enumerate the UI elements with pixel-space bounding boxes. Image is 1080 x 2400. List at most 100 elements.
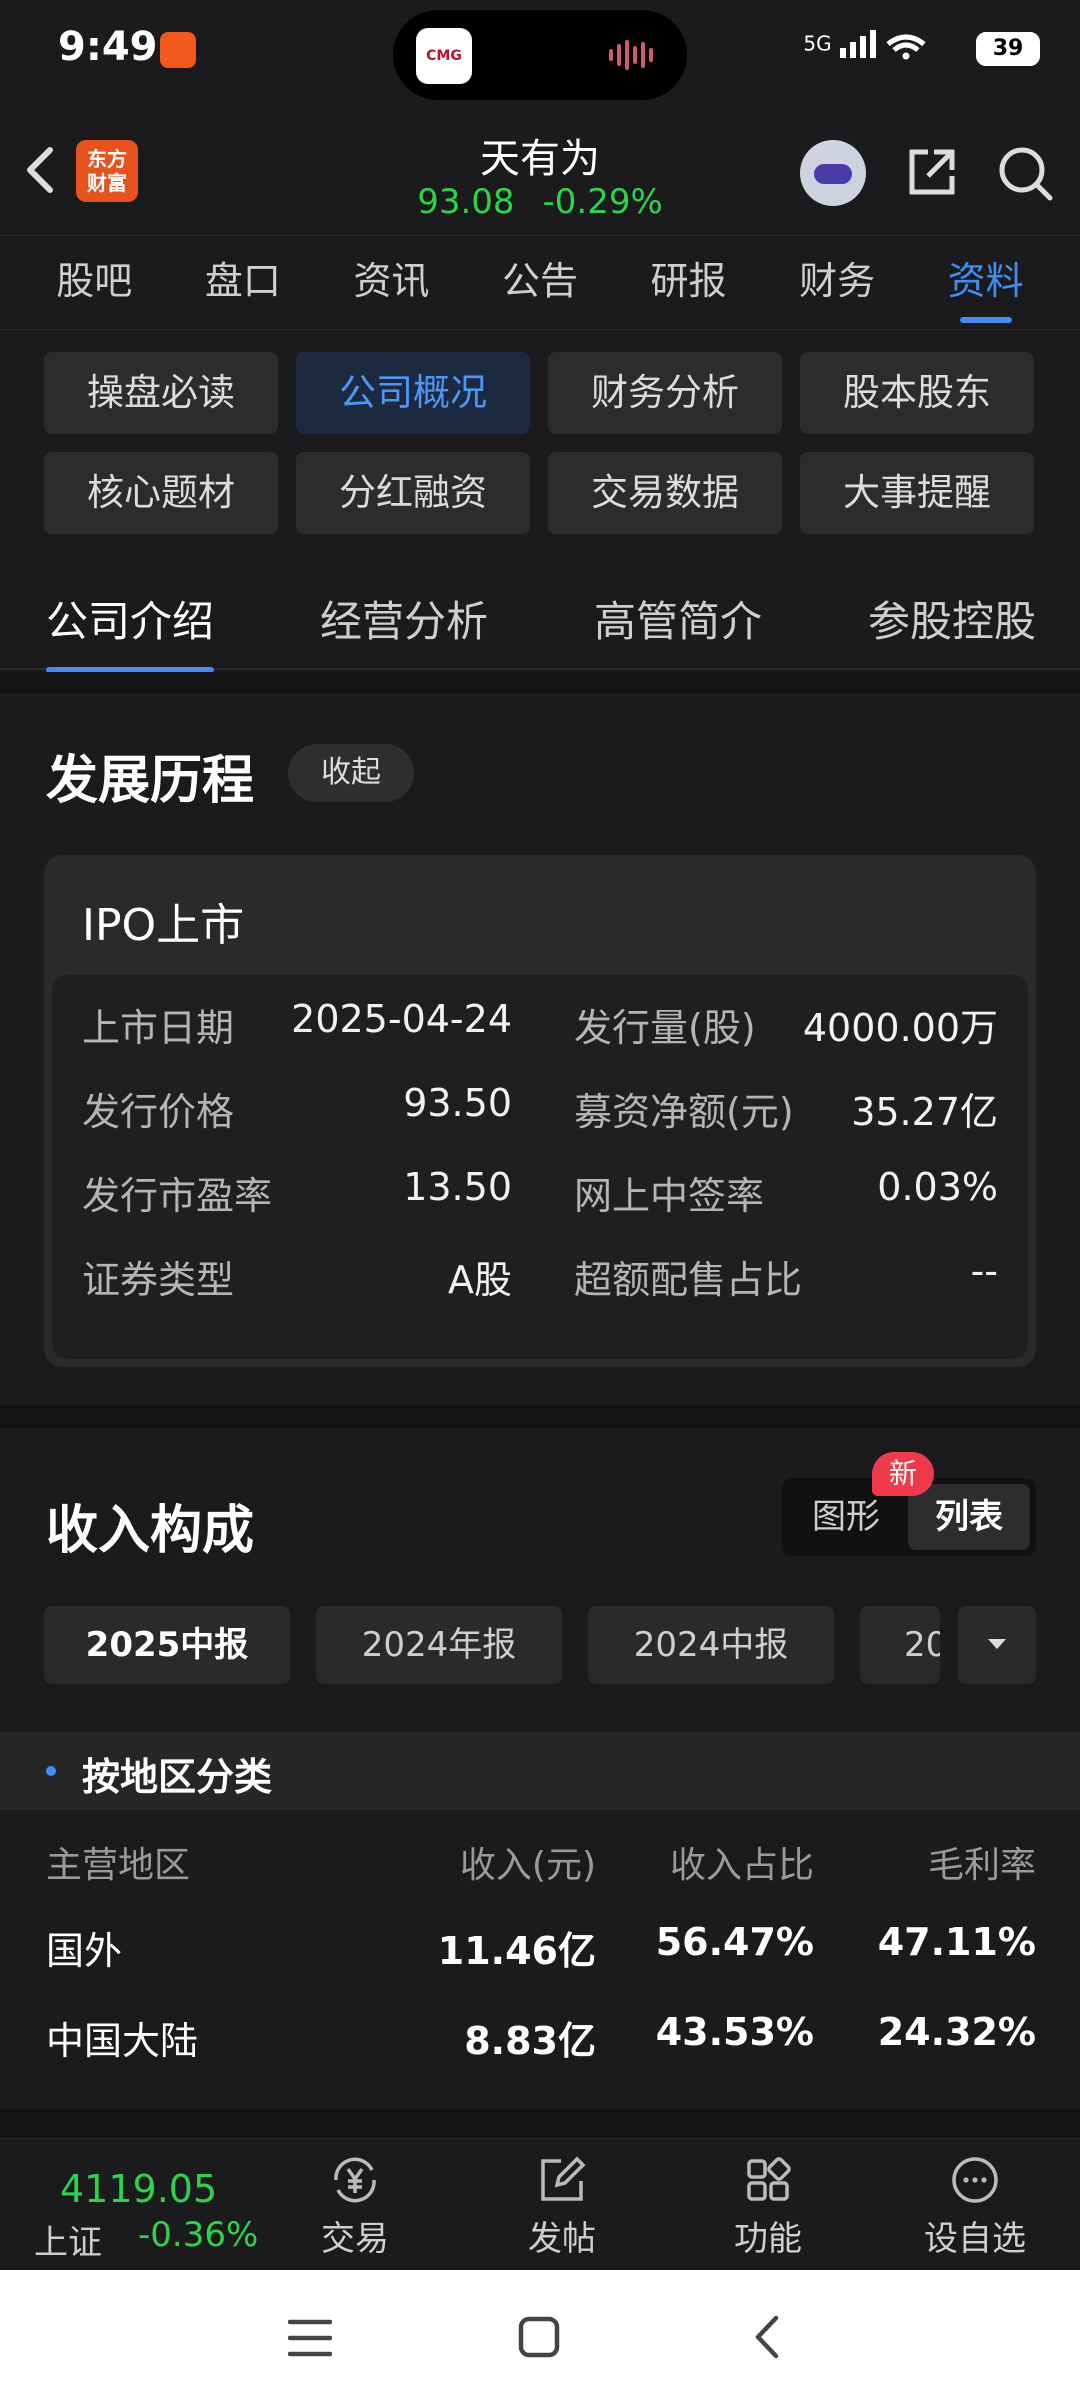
ipo-value: 4000.00万 [802,1006,998,1050]
tab-finance[interactable]: 财务 [799,236,875,329]
period-more[interactable]: 20 [860,1606,940,1684]
table-row: 中国大陆 8.83亿 43.53% 24.32% [44,2010,1036,2070]
index-value: 4119.05 [60,2167,218,2211]
table-cell: 中国大陆 [46,2019,199,2063]
table-cell: 国外 [46,1929,123,1973]
subtab-holdings[interactable]: 参股控股 [868,588,1036,649]
category-shareholders[interactable]: 股本股东 [800,352,1034,434]
table-cell: 24.32% [877,2010,1036,2054]
ipo-card-title: IPO上市 [82,900,245,951]
nav-watchlist[interactable]: 设自选 [910,2153,1040,2260]
ipo-details: 上市日期 2025-04-24 发行量(股) 4000.00万 发行价格 93.… [52,975,1028,1359]
ipo-value: 2025-04-24 [291,997,512,1041]
table-header: 主营地区 收入(元) 收入占比 毛利率 [44,1836,1036,1886]
table-cell: 11.46亿 [437,1929,596,1973]
ipo-value: 13.50 [403,1165,512,1209]
category-dividends[interactable]: 分红融资 [296,452,530,534]
stock-change: -0.29% [542,182,663,222]
yen-exchange-icon [334,2157,376,2203]
section-divider [0,672,1080,694]
ipo-value: 0.03% [877,1165,998,1209]
category-core-themes[interactable]: 核心题材 [44,452,278,534]
ipo-value: A股 [448,1258,512,1302]
menu-icon[interactable] [288,2318,332,2358]
column-header: 主营地区 [46,1845,191,1886]
ipo-row: 发行市盈率 13.50 网上中签率 0.03% [52,1165,1028,1249]
bottom-navigation: 4119.05 上证 -0.36% 交易 发帖 功能 设自选 [0,2138,1080,2270]
history-title: 发展历程 [46,751,255,811]
section-divider [0,2110,1080,2138]
period-selector: 2025中报 2024年报 2024中报 20 [44,1606,1036,1684]
ai-assistant-robot-icon[interactable] [800,140,866,206]
column-header: 收入占比 [669,1845,814,1886]
region-group-header: 按地区分类 [0,1732,1080,1810]
tab-pankou[interactable]: 盘口 [205,236,281,329]
battery-icon: 39 [976,32,1040,66]
ipo-value: -- [970,1249,998,1293]
table-row: 国外 11.46亿 56.47% 47.11% [44,1920,1036,1980]
subtab-executives[interactable]: 高管简介 [594,588,762,649]
region-group-title: 按地区分类 [82,1755,273,1799]
nav-post[interactable]: 发帖 [497,2153,627,2260]
collapse-button[interactable]: 收起 [288,744,414,802]
back-icon[interactable] [752,2314,782,2360]
edit-icon [541,2156,586,2201]
status-time: 9:49 [58,24,158,70]
status-bar: 9:49 CMG 5G 39 [0,0,1080,100]
dynamic-island[interactable]: CMG [393,10,687,100]
category-trading-data[interactable]: 交易数据 [548,452,782,534]
category-trading-guide[interactable]: 操盘必读 [44,352,278,434]
period-2024-annual[interactable]: 2024年报 [316,1606,562,1684]
tab-research[interactable]: 研报 [651,236,727,329]
main-tabs: 股吧 盘口 资讯 公告 研报 财务 资料 [0,235,1080,330]
ipo-value: 35.27亿 [851,1090,998,1134]
toggle-list[interactable]: 列表 [908,1484,1030,1550]
nav-functions[interactable]: 功能 [703,2153,833,2260]
ipo-value: 93.50 [403,1081,512,1125]
index-ticker[interactable]: 4119.05 上证 -0.36% [0,2139,290,2271]
more-circle-icon [952,2157,998,2203]
share-icon[interactable] [904,144,960,200]
category-grid: 操盘必读 公司概况 财务分析 股本股东 核心题材 分红融资 交易数据 大事提醒 [44,352,1036,534]
category-events[interactable]: 大事提醒 [800,452,1034,534]
period-2024-interim[interactable]: 2024中报 [588,1606,834,1684]
new-badge: 新 [872,1452,934,1496]
ipo-label: 发行量(股) [574,1006,756,1050]
ipo-card: IPO上市 上市日期 2025-04-24 发行量(股) 4000.00万 发行… [44,855,1036,1367]
tab-guba[interactable]: 股吧 [56,236,132,329]
index-name: 上证 [34,2223,102,2263]
income-title: 收入构成 [46,1501,255,1561]
chevron-down-icon[interactable] [958,1606,1036,1684]
signal-icon: 5G [803,30,930,60]
tab-announcements[interactable]: 公告 [502,236,578,329]
category-financial-analysis[interactable]: 财务分析 [548,352,782,434]
period-2025-interim[interactable]: 2025中报 [44,1606,290,1684]
category-company-overview[interactable]: 公司概况 [296,352,530,434]
notification-app-icon [160,32,196,68]
table-cell: 43.53% [655,2010,814,2054]
audio-wave-icon [609,40,659,70]
nav-trade[interactable]: 交易 [290,2153,420,2260]
ipo-row: 上市日期 2025-04-24 发行量(股) 4000.00万 [52,997,1028,1081]
index-change: -0.36% [138,2215,259,2255]
tab-news[interactable]: 资讯 [353,236,429,329]
table-cell: 8.83亿 [464,2019,596,2063]
sub-tabs: 公司介绍 经营分析 高管简介 参股控股 [0,570,1080,673]
stock-price: 93.08 [417,182,515,222]
search-icon[interactable] [996,144,1054,202]
ipo-row: 发行价格 93.50 募资净额(元) 35.27亿 [52,1081,1028,1165]
cmg-logo-icon: CMG [416,28,472,84]
ipo-row: 证券类型 A股 超额配售占比 -- [52,1249,1028,1333]
home-icon[interactable] [518,2316,560,2358]
table-cell: 47.11% [877,1920,1036,1964]
tab-profile[interactable]: 资料 [948,236,1024,329]
column-header: 收入(元) [459,1845,596,1886]
subtab-company-intro[interactable]: 公司介绍 [46,588,215,673]
subtab-business-analysis[interactable]: 经营分析 [320,588,488,649]
apps-grid-icon [747,2157,791,2201]
column-header: 毛利率 [927,1845,1036,1886]
bullet-icon [46,1766,56,1776]
table-cell: 56.47% [655,1920,814,1964]
section-divider [0,1406,1080,1428]
system-navigation-bar [0,2270,1080,2400]
